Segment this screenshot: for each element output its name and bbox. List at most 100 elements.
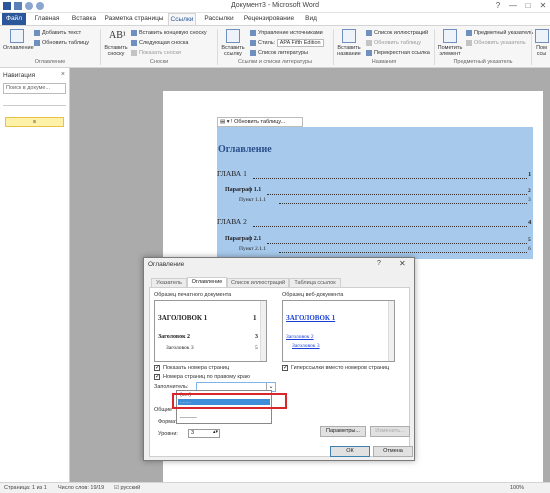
preview-scrollbar[interactable]: [388, 301, 394, 361]
update-table-link[interactable]: Обновить таблицу...: [234, 119, 285, 125]
annotation-highlight-box: [172, 393, 287, 409]
language-indicator[interactable]: ☑ русский: [114, 485, 140, 491]
watermark-text: user-life.com: [410, 463, 504, 480]
modify-button[interactable]: Изменить...: [370, 426, 410, 437]
help-icon[interactable]: ?: [377, 260, 381, 267]
bibliography-button[interactable]: Список литературы: [250, 49, 308, 57]
preview-heading-3: Заголовок 3: [166, 345, 194, 351]
general-label: Общие: [154, 407, 173, 413]
insert-caption-button[interactable]: Вставить название: [335, 29, 363, 57]
figures-icon: [366, 29, 372, 36]
nav-heading-item[interactable]: ≡: [5, 117, 64, 127]
close-icon[interactable]: ✕: [399, 259, 406, 268]
insert-citation-button[interactable]: Вставить ссылку: [219, 29, 247, 57]
zoom-level[interactable]: 100%: [510, 485, 524, 491]
caption-icon: [342, 29, 356, 43]
help-icon[interactable]: ?: [492, 1, 504, 10]
tab-mailings[interactable]: Рассылки: [202, 13, 236, 25]
toc-leader: [253, 226, 527, 227]
bibliography-icon: [250, 49, 256, 56]
style-selector[interactable]: Стиль: APA Fifth Edition: [250, 39, 324, 47]
minimize-icon[interactable]: —: [507, 1, 519, 10]
close-icon[interactable]: ×: [61, 71, 65, 78]
add-text-label: Добавить текст: [42, 30, 82, 36]
web-preview: ЗАГОЛОВОК 1 Заголовок 2 Заголовок 3: [282, 300, 395, 362]
toc-button[interactable]: Оглавление: [3, 29, 34, 51]
mark-entry-button[interactable]: Пометить элемент: [436, 29, 464, 57]
tab-index[interactable]: Указатель: [151, 278, 187, 287]
toc-entry[interactable]: ГЛАВА 1: [217, 169, 247, 178]
tab-insert[interactable]: Вставка: [68, 13, 100, 25]
toc-page: 2: [528, 188, 531, 194]
dialog-title: Оглавление: [148, 261, 185, 268]
next-footnote-button[interactable]: Следующая сноска: [131, 39, 188, 47]
toc-entry[interactable]: Параграф 1.1: [225, 187, 261, 193]
preview-page-2: 3: [255, 334, 258, 340]
insert-caption-label: Вставить название: [337, 45, 361, 57]
update-table-button[interactable]: Обновить таблицу: [34, 39, 89, 47]
manage-sources-label: Управление источниками: [258, 30, 323, 36]
style-value[interactable]: APA Fifth Edition: [276, 39, 324, 47]
insert-index-button[interactable]: Предметный указатель: [466, 29, 533, 37]
index-icon: [466, 29, 472, 36]
insert-citation-label: Вставить ссылку: [221, 45, 245, 57]
tab-figures[interactable]: Список иллюстраций: [227, 278, 289, 287]
close-icon[interactable]: ✕: [537, 1, 549, 10]
update-index-button[interactable]: Обновить указатель: [466, 39, 526, 47]
levels-stepper[interactable]: 3 ▴▾: [188, 429, 220, 438]
spin-arrows-icon[interactable]: ▴▾: [213, 429, 218, 436]
toc-entry[interactable]: Параграф 2.1: [225, 236, 261, 242]
toc-content-control[interactable]: ▤ ▾ ! Обновить таблицу...: [217, 117, 303, 127]
next-footnote-icon: [131, 39, 137, 46]
group-divider: [434, 29, 435, 65]
preview-scrollbar[interactable]: [260, 301, 266, 361]
group-divider: [100, 29, 101, 65]
page-count[interactable]: Страница: 1 из 1: [4, 485, 47, 491]
show-notes-label: Показать сноски: [139, 50, 181, 56]
manage-sources-button[interactable]: Управление источниками: [250, 29, 323, 37]
mark-citation-button[interactable]: Пом ссы: [533, 29, 550, 57]
hyperlinks-checkbox[interactable]: ✓: [282, 365, 288, 371]
endnote-icon: [131, 29, 137, 36]
tab-page-layout[interactable]: Разметка страницы: [104, 13, 164, 25]
add-text-button[interactable]: Добавить текст: [34, 29, 81, 37]
nav-tabs[interactable]: [3, 99, 66, 106]
levels-label: Уровни:: [158, 431, 178, 437]
tab-file[interactable]: Файл: [2, 13, 26, 25]
word-count[interactable]: Число слов: 19/19: [58, 485, 104, 491]
tab-authorities[interactable]: Таблица ссылок: [289, 278, 341, 287]
toc-entry[interactable]: ГЛАВА 2: [217, 217, 247, 226]
cancel-button[interactable]: Отмена: [373, 446, 413, 457]
options-button[interactable]: Параметры...: [320, 426, 366, 437]
insert-footnote-button[interactable]: AB¹ Вставить сноску: [103, 29, 129, 57]
right-align-checkbox[interactable]: ✓: [154, 374, 160, 380]
update-table-label: Обновить таблицу: [42, 40, 90, 46]
tab-home[interactable]: Главная: [32, 13, 62, 25]
window-title: Документ3 - Microsoft Word: [230, 2, 320, 9]
nav-search-input[interactable]: Поиск в докуме...: [3, 83, 66, 94]
web-heading-1: ЗАГОЛОВОК 1: [286, 314, 336, 322]
next-footnote-label: Следующая сноска: [139, 40, 189, 46]
table-of-figures-button[interactable]: Список иллюстраций: [366, 29, 428, 37]
insert-endnote-label: Вставить концевую сноску: [139, 30, 207, 36]
insert-endnote-button[interactable]: Вставить концевую сноску: [131, 29, 207, 37]
toc-entry[interactable]: Пункт 1.1.1: [239, 197, 266, 203]
leader-option[interactable]: ______: [178, 413, 270, 419]
ok-button[interactable]: ОК: [330, 446, 370, 457]
show-notes-button[interactable]: Показать сноски: [131, 49, 181, 57]
cross-reference-button[interactable]: Перекрестная ссылка: [366, 49, 430, 57]
dialog-body: Образец печатного документа ЗАГОЛОВОК 1 …: [149, 287, 410, 457]
maximize-icon[interactable]: □: [522, 1, 534, 10]
toc-entry[interactable]: Пункт 2.1.1: [239, 246, 266, 252]
group-label-index: Предметный указатель: [453, 59, 513, 65]
mark-entry-icon: [443, 29, 457, 43]
print-preview-label: Образец печатного документа: [154, 292, 232, 298]
toc-block[interactable]: Оглавление ГЛАВА 1 1 Параграф 1.1 2 Пунк…: [217, 127, 533, 259]
tab-review[interactable]: Рецензирование: [242, 13, 296, 25]
title-bar: Документ3 - Microsoft Word ? — □ ✕: [0, 0, 550, 13]
update-figures-button[interactable]: Обновить таблицу: [366, 39, 421, 47]
tab-references[interactable]: Ссылки: [168, 13, 196, 25]
tab-view[interactable]: Вид: [302, 13, 320, 25]
show-page-numbers-checkbox[interactable]: ✓: [154, 365, 160, 371]
toc-page: 6: [528, 246, 531, 252]
